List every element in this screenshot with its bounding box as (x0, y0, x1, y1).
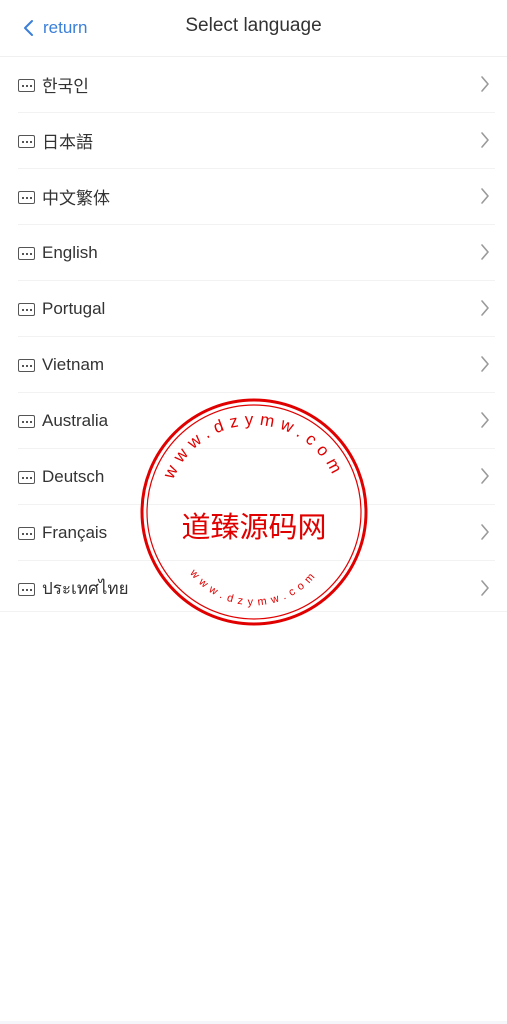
language-label: Français (42, 522, 108, 542)
language-select-screen: return Select language 한국인 日本語 中文繁体 Engl… (0, 0, 507, 1024)
language-item-thai[interactable]: ประเทศไทย (18, 561, 495, 616)
keyboard-icon (18, 583, 35, 596)
language-label: Vietnam (42, 354, 105, 374)
back-label: return (43, 18, 88, 37)
keyboard-icon (18, 79, 35, 92)
language-item-australia[interactable]: Australia (18, 393, 495, 449)
keyboard-icon (18, 247, 35, 260)
language-item-japanese[interactable]: 日本語 (18, 113, 495, 169)
language-item-french[interactable]: Français (18, 505, 495, 561)
language-label: Deutsch (42, 466, 105, 486)
language-item-vietnamese[interactable]: Vietnam (18, 337, 495, 393)
chevron-right-icon (481, 300, 489, 316)
language-item-portuguese[interactable]: Portugal (18, 281, 495, 337)
language-list: 한국인 日本語 中文繁体 English Portugal Vietnam Au… (0, 57, 507, 616)
keyboard-icon (18, 191, 35, 204)
keyboard-icon (18, 359, 35, 372)
language-item-english[interactable]: English (18, 225, 495, 281)
chevron-right-icon (481, 132, 489, 148)
language-label: Australia (42, 410, 109, 430)
chevron-right-icon (481, 76, 489, 92)
keyboard-icon (18, 415, 35, 428)
language-label: Portugal (42, 298, 106, 318)
back-button[interactable]: return (22, 14, 87, 42)
language-label: 中文繁体 (42, 189, 110, 208)
keyboard-icon (18, 303, 35, 316)
language-label: English (42, 242, 98, 262)
chevron-right-icon (481, 356, 489, 372)
list-divider (0, 611, 507, 612)
chevron-right-icon (481, 188, 489, 204)
language-label: 日本語 (42, 133, 93, 152)
language-item-german[interactable]: Deutsch (18, 449, 495, 505)
nav-header: return Select language (0, 0, 507, 57)
chevron-right-icon (481, 412, 489, 428)
keyboard-icon (18, 527, 35, 540)
language-label: ประเทศไทย (42, 579, 129, 598)
language-item-traditional-chinese[interactable]: 中文繁体 (18, 169, 495, 225)
chevron-right-icon (481, 468, 489, 484)
keyboard-icon (18, 471, 35, 484)
keyboard-icon (18, 135, 35, 148)
language-label: 한국인 (42, 77, 89, 96)
chevron-right-icon (481, 580, 489, 596)
language-item-korean[interactable]: 한국인 (18, 57, 495, 113)
chevron-right-icon (481, 524, 489, 540)
chevron-right-icon (481, 244, 489, 260)
chevron-left-icon (24, 20, 33, 36)
